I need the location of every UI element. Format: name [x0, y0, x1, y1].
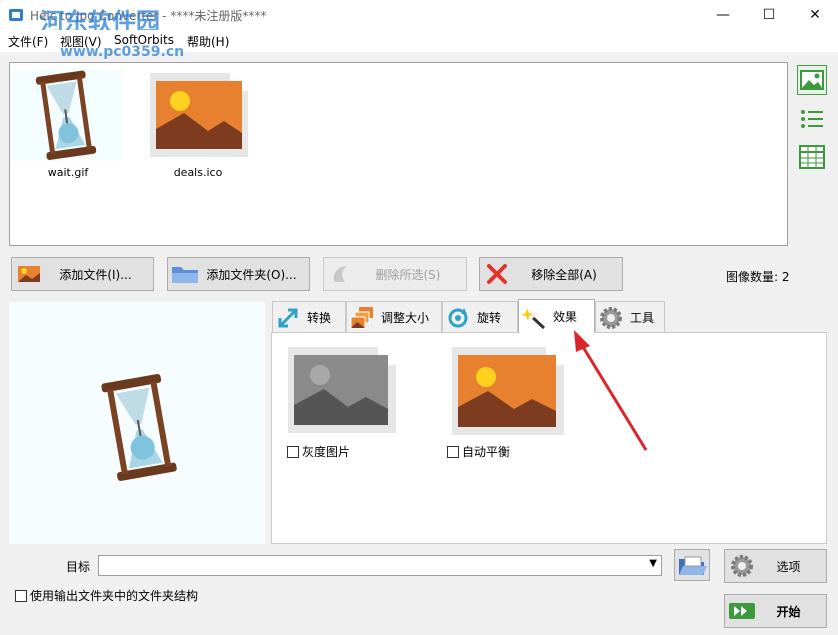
add-folder-label: 添加文件夹(O)... [206, 267, 297, 282]
options-button[interactable]: 选项 [724, 549, 827, 583]
image-count: 图像数量: 2 [726, 270, 790, 284]
target-label: 目标 [66, 560, 91, 574]
hourglass-preview-icon [101, 374, 177, 481]
remove-all-label: 移除全部(A) [531, 267, 597, 282]
app-icon [9, 9, 23, 21]
start-label: 开始 [776, 604, 801, 619]
title-bar: Heic to Jpg Converter - ****未注册版**** 河东软… [0, 0, 838, 36]
file-thumb-deals[interactable] [144, 69, 254, 161]
grayscale-preview[interactable] [286, 345, 406, 441]
grayscale-checkbox[interactable]: 灰度图片 [287, 443, 350, 460]
table-view-button[interactable] [797, 142, 827, 172]
auto-balance-preview[interactable] [448, 345, 568, 441]
menu-file[interactable]: 文件(F) [8, 33, 48, 50]
tab-convert[interactable]: 转换 [272, 301, 346, 333]
tab-label: 旋转 [477, 311, 502, 325]
file-thumb-wait[interactable] [13, 69, 123, 161]
grayscale-image-icon [288, 347, 396, 433]
stacked-images-icon [347, 303, 377, 333]
remove-selected-label: 删除所选(S) [375, 267, 441, 282]
magic-wand-icon [519, 302, 549, 332]
close-button[interactable]: ✕ [792, 0, 838, 30]
resize-arrow-icon [273, 303, 303, 333]
image-file-icon [150, 73, 248, 157]
tab-label: 工具 [630, 311, 655, 325]
options-label: 选项 [776, 559, 801, 574]
tab-rotate[interactable]: 旋转 [442, 301, 518, 333]
grayscale-label: 灰度图片 [302, 445, 351, 459]
tab-label: 转换 [307, 311, 332, 325]
color-image-icon [452, 347, 564, 435]
tab-label: 效果 [553, 310, 578, 324]
add-file-label: 添加文件(I)... [59, 267, 132, 282]
target-path-input[interactable]: ▼ [98, 555, 662, 576]
thumbnail-view-icon [800, 70, 824, 90]
tab-resize[interactable]: 调整大小 [346, 301, 442, 333]
thumbnail-view-button[interactable] [797, 65, 827, 95]
table-view-icon [799, 145, 825, 169]
folder-structure-label: 使用输出文件夹中的文件夹结构 [30, 589, 199, 603]
effects-panel: 灰度图片 自动平衡 [271, 332, 827, 544]
watermark-url: www.pc0359.cn [60, 44, 185, 60]
browse-folder-button[interactable] [674, 549, 710, 581]
maximize-button[interactable]: ☐ [746, 0, 792, 30]
annotation-arrow [574, 330, 648, 451]
eraser-icon [324, 257, 358, 291]
hourglass-icon [35, 70, 97, 160]
folder-structure-checkbox[interactable]: 使用输出文件夹中的文件夹结构 [15, 587, 198, 604]
checkbox-box[interactable] [287, 445, 299, 458]
chevron-down-icon[interactable]: ▼ [649, 558, 657, 569]
remove-selected-button[interactable]: 删除所选(S) [323, 257, 467, 291]
add-folder-button[interactable]: 添加文件夹(O)... [167, 257, 310, 291]
file-name: wait.gif [47, 166, 89, 179]
tab-label: 调整大小 [381, 311, 430, 325]
minimize-button[interactable]: — [700, 0, 746, 30]
menu-help[interactable]: 帮助(H) [187, 33, 229, 50]
auto-balance-label: 自动平衡 [462, 445, 511, 459]
rotate-icon [443, 303, 473, 333]
checkbox-box[interactable] [15, 589, 27, 602]
add-file-button[interactable]: 添加文件(I)... [11, 257, 154, 291]
start-button[interactable]: 开始 [724, 594, 827, 628]
checkbox-box[interactable] [447, 445, 459, 458]
folder-icon [168, 257, 202, 291]
open-folder-icon [679, 556, 707, 575]
list-view-button[interactable] [797, 104, 827, 134]
red-x-icon [480, 257, 514, 291]
add-image-icon [12, 257, 46, 291]
gear-icon [725, 549, 759, 583]
auto-balance-checkbox[interactable]: 自动平衡 [447, 443, 510, 460]
double-arrow-icon [725, 594, 759, 628]
file-list[interactable]: wait.gif deals.ico [9, 62, 788, 246]
remove-all-button[interactable]: 移除全部(A) [479, 257, 623, 291]
file-name: deals.ico [173, 166, 223, 179]
image-preview [9, 302, 265, 544]
list-view-icon [801, 110, 823, 128]
